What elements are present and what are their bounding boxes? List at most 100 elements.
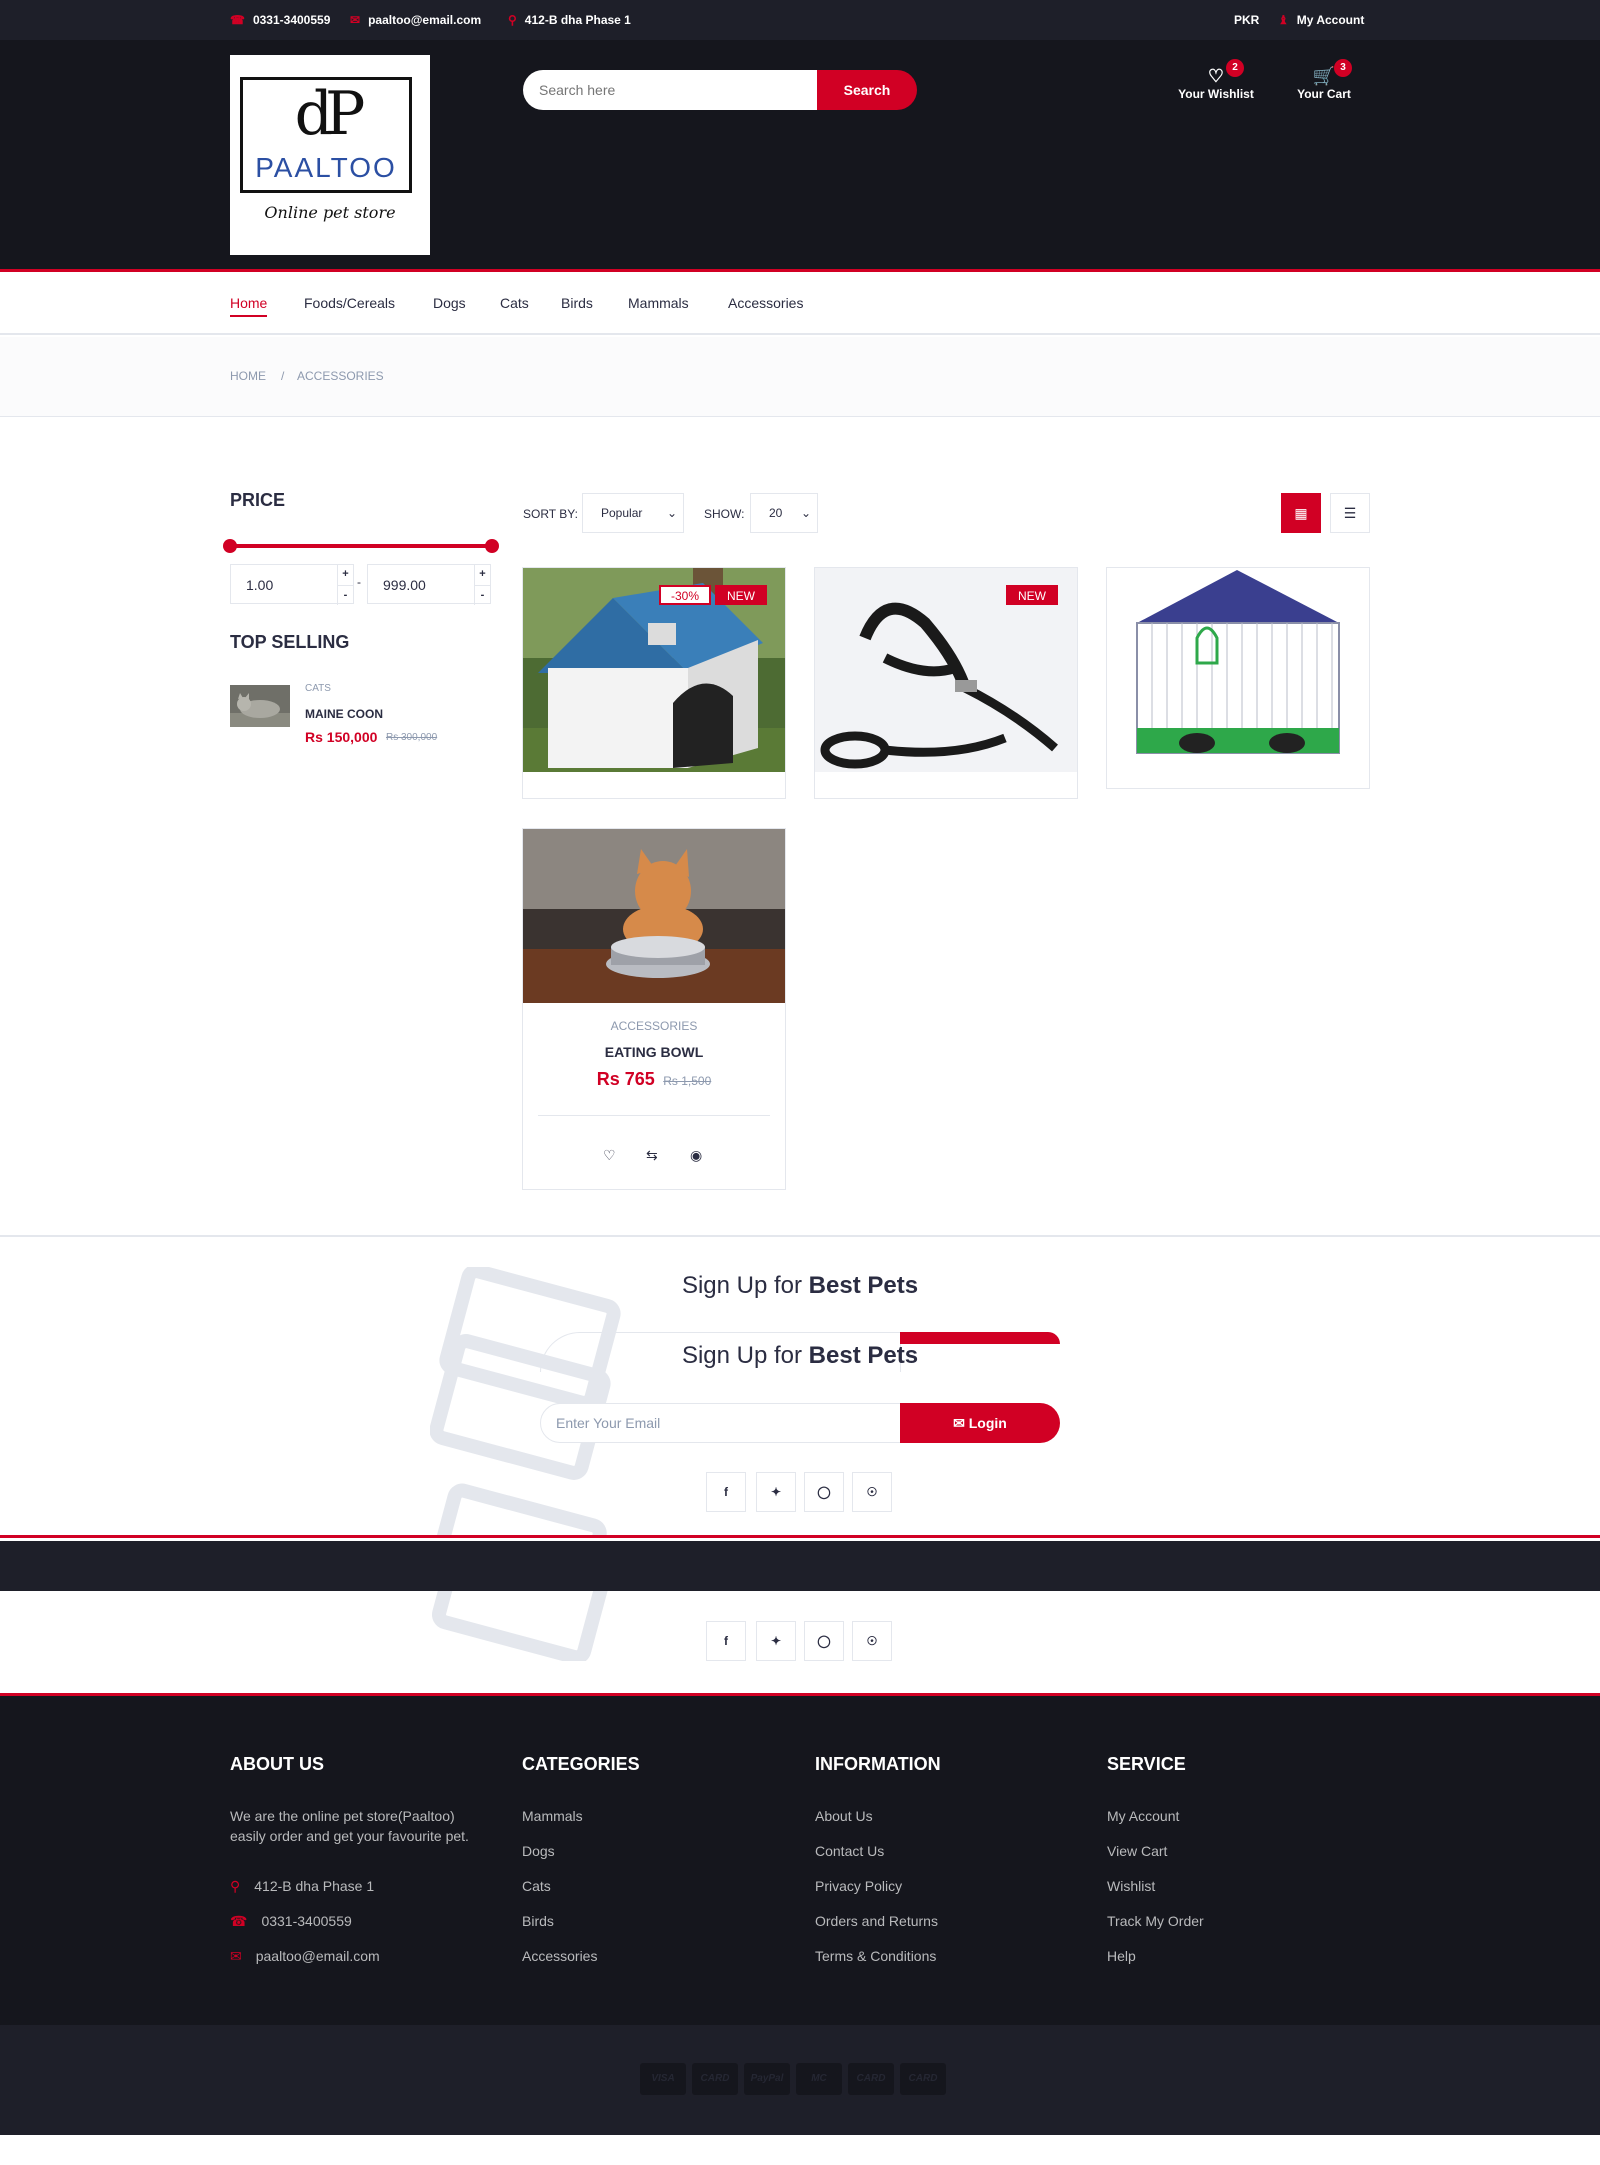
footer-link[interactable]: View Cart xyxy=(1107,1843,1167,1859)
price-max-input[interactable]: 999.00 + - xyxy=(367,564,491,605)
sort-by-select[interactable]: Popular ⌄ xyxy=(582,493,684,533)
product-card[interactable]: ACCESSORIES EATING BOWL Rs 765 Rs 1,500 … xyxy=(522,828,786,1190)
twitter-icon[interactable]: ✦ xyxy=(756,1472,796,1512)
maine-coon-thumbnail[interactable] xyxy=(230,685,290,727)
amex-icon: CARD xyxy=(900,2063,946,2095)
footer-email[interactable]: ✉ paaltoo@email.com xyxy=(230,1948,380,1965)
nav-home[interactable]: Home xyxy=(230,275,268,335)
nav-dogs[interactable]: Dogs xyxy=(433,275,466,335)
logo-monogram: dP xyxy=(294,79,366,149)
cart-widget[interactable]: 🛒 3 Your Cart xyxy=(1274,59,1374,101)
newsletter-title: Sign Up for Best Pets xyxy=(0,1272,1600,1300)
pinterest-icon[interactable]: ☉ xyxy=(852,1621,892,1661)
footer-link[interactable]: Terms & Conditions xyxy=(815,1948,936,1964)
show-select[interactable]: 20 ⌄ xyxy=(750,493,818,533)
add-to-wishlist-button[interactable]: ♡ xyxy=(603,1147,616,1164)
product-name[interactable]: EATING BOWL xyxy=(523,1044,785,1060)
footer-phone-text: 0331-3400559 xyxy=(261,1913,352,1929)
heart-icon: ♡ xyxy=(1207,66,1225,86)
footer-address[interactable]: ⚲ 412-B dha Phase 1 xyxy=(230,1878,374,1895)
footer-about-text: We are the online pet store(Paaltoo) eas… xyxy=(230,1808,469,1844)
footer-link[interactable]: About Us xyxy=(815,1808,873,1824)
facebook-icon[interactable]: f xyxy=(706,1472,746,1512)
chevron-down-icon: ⌄ xyxy=(666,506,677,520)
chevron-down-icon: ⌄ xyxy=(800,506,811,520)
price-slider[interactable] xyxy=(223,539,499,553)
price-max-down[interactable]: - xyxy=(474,585,490,605)
sort-by-value: Popular xyxy=(601,506,643,520)
instagram-icon[interactable]: ◯ xyxy=(804,1621,844,1661)
price-min-input[interactable]: 1.00 + - xyxy=(230,564,354,605)
quick-view-button[interactable]: ◉ xyxy=(690,1147,702,1164)
topbar-email[interactable]: ✉ paaltoo@email.com xyxy=(350,0,481,40)
footer-link[interactable]: Orders and Returns xyxy=(815,1913,938,1929)
price-min-up[interactable]: + xyxy=(337,565,353,585)
wishlist-widget[interactable]: ♡ 2 Your Wishlist xyxy=(1166,59,1266,101)
footer-link[interactable]: Track My Order xyxy=(1107,1913,1204,1929)
credit-card-icon: CARD xyxy=(692,2063,738,2095)
footer-link[interactable]: Privacy Policy xyxy=(815,1878,902,1894)
heart-icon: ♡ xyxy=(603,1147,616,1163)
eating-bowl-image[interactable] xyxy=(523,829,785,1003)
footer-link[interactable]: Cats xyxy=(522,1878,551,1894)
top-selling-name[interactable]: MAINE COON xyxy=(305,707,383,721)
envelope-watermark-icon xyxy=(432,1591,608,1661)
cart-label: Your Cart xyxy=(1297,87,1351,101)
footer-phone[interactable]: ☎ 0331-3400559 xyxy=(230,1913,352,1930)
logo-brand: PAALTOO xyxy=(255,152,397,183)
price-slider-max-handle[interactable] xyxy=(485,539,499,553)
product-card[interactable]: -30% NEW xyxy=(522,567,786,799)
product-card[interactable] xyxy=(1106,567,1370,789)
topbar-email-text: paaltoo@email.com xyxy=(368,13,482,27)
logo[interactable]: dP PAALTOO Online pet store xyxy=(230,55,430,255)
bird-cage-image[interactable] xyxy=(1107,568,1369,772)
nav-mammals[interactable]: Mammals xyxy=(628,275,689,335)
footer-link[interactable]: Mammals xyxy=(522,1808,583,1824)
nav-accessories[interactable]: Accessories xyxy=(728,275,803,335)
sort-by-label: SORT BY: xyxy=(523,507,578,521)
footer-categories-title: CATEGORIES xyxy=(522,1754,640,1774)
footer-link[interactable]: Wishlist xyxy=(1107,1878,1155,1894)
topbar-address[interactable]: ⚲ 412-B dha Phase 1 xyxy=(508,0,631,40)
footer-link[interactable]: Help xyxy=(1107,1948,1136,1964)
product-price-current: Rs 765 xyxy=(596,1069,655,1089)
price-max-up[interactable]: + xyxy=(474,565,490,585)
newsletter-section: Sign Up for Best Pets Sign Up for Best P… xyxy=(0,1235,1600,1538)
search-button[interactable]: Search xyxy=(817,70,917,110)
top-header: ☎ 0331-3400559 ✉ paaltoo@email.com ⚲ 412-B … xyxy=(0,0,1600,40)
price-min-down[interactable]: - xyxy=(337,585,353,605)
footer-link[interactable]: Dogs xyxy=(522,1843,555,1859)
list-view-button[interactable]: ☰ xyxy=(1330,493,1370,533)
shopping-cart-icon: 🛒 xyxy=(1312,66,1336,86)
add-to-compare-button[interactable]: ⇆ xyxy=(646,1147,658,1164)
footer-link[interactable]: Birds xyxy=(522,1913,554,1929)
top-selling-widget[interactable]: CATS MAINE COON Rs 150,000 Rs 300,000 xyxy=(230,683,510,753)
footer-link[interactable]: Contact Us xyxy=(815,1843,884,1859)
product-card[interactable]: NEW xyxy=(814,567,1078,799)
nav-foods-cereals[interactable]: Foods/Cereals xyxy=(304,275,395,335)
logo-tagline: Online pet store xyxy=(264,203,396,222)
facebook-icon[interactable]: f xyxy=(706,1621,746,1661)
topbar-phone[interactable]: ☎ 0331-3400559 xyxy=(230,0,330,40)
price-slider-min-handle[interactable] xyxy=(223,539,237,553)
newsletter-title-bold: Best Pets xyxy=(808,1342,919,1369)
nav-cats[interactable]: Cats xyxy=(500,275,529,335)
twitter-icon[interactable]: ✦ xyxy=(756,1621,796,1661)
my-account-link[interactable]: ♝ My Account xyxy=(1278,0,1364,40)
product-divider xyxy=(538,1115,770,1116)
footer-link[interactable]: Accessories xyxy=(522,1948,597,1964)
footer-service-title: SERVICE xyxy=(1107,1754,1186,1774)
search-input[interactable] xyxy=(523,70,818,110)
grid-view-button[interactable]: ▦ xyxy=(1281,493,1321,533)
discover-icon: CARD xyxy=(848,2063,894,2095)
instagram-icon[interactable]: ◯ xyxy=(804,1472,844,1512)
sale-badge: -30% xyxy=(659,585,712,605)
breadcrumb-home[interactable]: HOME xyxy=(230,369,266,383)
footer-link[interactable]: My Account xyxy=(1107,1808,1179,1824)
newsletter-login-button[interactable]: ✉ Login xyxy=(900,1403,1060,1443)
currency-selector[interactable]: PKR xyxy=(1234,0,1259,40)
topbar-phone-text: 0331-3400559 xyxy=(252,13,331,27)
pinterest-icon[interactable]: ☉ xyxy=(852,1472,892,1512)
newsletter-email-input[interactable]: Enter Your Email xyxy=(540,1403,901,1443)
nav-birds[interactable]: Birds xyxy=(561,275,593,335)
